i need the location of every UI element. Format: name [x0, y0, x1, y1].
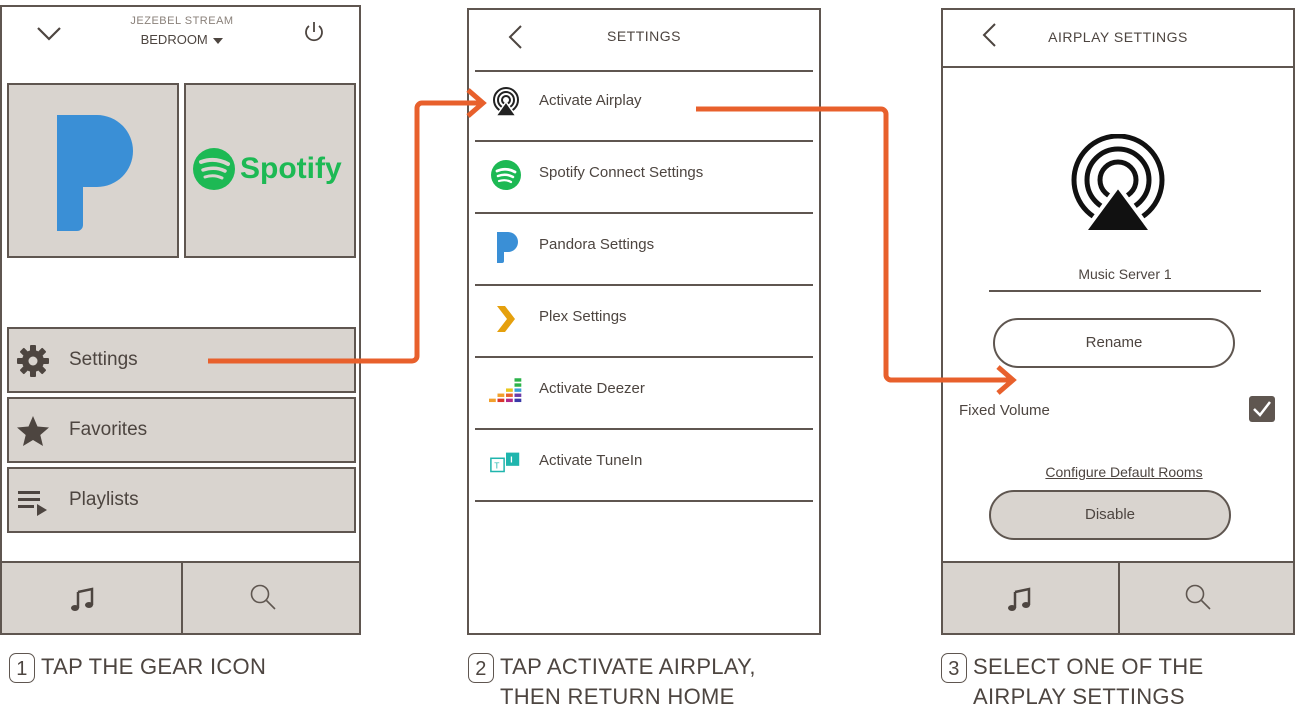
favorites-button[interactable]: Favorites	[7, 397, 356, 463]
spotify-wordmark: Spotify	[240, 152, 342, 185]
server-name-value: Music Server 1	[1078, 266, 1172, 282]
page-title: AIRPLAY SETTINGS	[1048, 29, 1188, 45]
deezer-icon	[489, 378, 522, 403]
step-number: 2	[468, 653, 494, 683]
fixed-volume-checkbox[interactable]	[1249, 396, 1275, 422]
svg-text:T: T	[494, 461, 499, 471]
step-number: 3	[941, 653, 967, 683]
caption-line: THEN RETURN HOME	[500, 684, 735, 709]
back-icon[interactable]	[507, 24, 525, 50]
pandora-icon	[497, 232, 518, 263]
settings-item-airplay[interactable]: Activate Airplay	[475, 70, 813, 142]
pandora-tile[interactable]	[7, 83, 179, 258]
search-tab[interactable]	[181, 563, 360, 633]
room-label: BEDROOM	[140, 32, 208, 47]
chevron-down-icon[interactable]	[36, 25, 62, 43]
bottom-nav	[2, 561, 359, 633]
configure-default-rooms-link[interactable]: Configure Default Rooms	[1019, 464, 1229, 480]
settings-item-label: Activate Airplay	[539, 92, 642, 109]
settings-item-pandora[interactable]: Pandora Settings	[475, 214, 813, 286]
stream-title: JEZEBEL STREAM	[130, 15, 234, 27]
caption-step-2: 2 TAP ACTIVATE AIRPLAY, THEN RETURN HOME	[468, 653, 756, 711]
back-icon[interactable]	[981, 22, 999, 48]
pandora-logo	[57, 115, 133, 231]
star-icon	[17, 416, 49, 446]
power-icon[interactable]	[302, 20, 326, 44]
rename-label: Rename	[1085, 334, 1143, 351]
settings-header: SETTINGS	[475, 10, 813, 72]
airplay-icon	[1071, 134, 1165, 234]
caption-step-3: 3 SELECT ONE OF THE AIRPLAY SETTINGS	[941, 653, 1203, 711]
search-icon	[250, 584, 276, 610]
svg-text:I: I	[510, 455, 512, 465]
server-name-field[interactable]: Music Server 1	[989, 266, 1261, 292]
bottom-nav	[943, 561, 1293, 633]
settings-item-plex[interactable]: Plex Settings	[475, 286, 813, 358]
settings-item-label: Pandora Settings	[539, 236, 655, 253]
search-icon	[1185, 584, 1211, 610]
caption-step-1: 1 TAP THE GEAR ICON	[9, 653, 266, 683]
caret-down-icon	[213, 37, 224, 44]
settings-item-deezer[interactable]: Activate Deezer	[475, 358, 813, 430]
music-tab[interactable]	[2, 563, 181, 633]
spotify-logo	[193, 148, 235, 190]
settings-item-label: Activate Deezer	[539, 380, 645, 397]
caption-line: AIRPLAY SETTINGS	[973, 684, 1185, 709]
gear-icon	[17, 345, 49, 377]
plex-icon	[497, 306, 515, 332]
caption-line: TAP ACTIVATE AIRPLAY,	[500, 654, 756, 679]
caption-line: TAP THE GEAR ICON	[41, 654, 267, 679]
disable-button[interactable]: Disable	[989, 490, 1231, 540]
rename-button[interactable]: Rename	[993, 318, 1235, 368]
music-note-icon	[71, 587, 94, 611]
tunein-icon: T I	[490, 452, 520, 473]
airplay-icon	[493, 87, 519, 117]
caption-line: SELECT ONE OF THE	[973, 654, 1204, 679]
room-selector[interactable]: BEDROOM	[102, 32, 262, 47]
playlist-icon	[18, 491, 47, 516]
screen-home: JEZEBEL STREAM BEDROOM Spotify Settings …	[0, 5, 361, 635]
settings-item-label: Spotify Connect Settings	[539, 164, 704, 181]
fixed-volume-label: Fixed Volume	[959, 402, 1050, 419]
step-number: 1	[9, 653, 35, 683]
music-tab[interactable]	[943, 563, 1118, 633]
screen-airplay-settings: AIRPLAY SETTINGS Music Server 1 Rename F…	[941, 8, 1295, 635]
settings-item-tunein[interactable]: T I Activate TuneIn	[475, 430, 813, 502]
settings-label: Settings	[69, 349, 138, 370]
search-tab[interactable]	[1118, 563, 1293, 633]
airplay-header: AIRPLAY SETTINGS	[943, 10, 1293, 68]
settings-item-spotify[interactable]: Spotify Connect Settings	[475, 142, 813, 214]
settings-button[interactable]: Settings	[7, 327, 356, 393]
spotify-icon	[491, 160, 521, 190]
disable-label: Disable	[1084, 506, 1136, 523]
spotify-tile[interactable]: Spotify	[184, 83, 356, 258]
favorites-label: Favorites	[69, 419, 148, 440]
playlists-label: Playlists	[69, 489, 139, 510]
settings-item-label: Activate TuneIn	[539, 452, 643, 469]
checkmark-icon	[1253, 401, 1271, 417]
music-note-icon	[1008, 587, 1031, 611]
playlists-button[interactable]: Playlists	[7, 467, 356, 533]
screen-settings: SETTINGS Activate Airplay Spotify Connec…	[467, 8, 821, 635]
settings-item-label: Plex Settings	[539, 308, 627, 325]
page-title: SETTINGS	[606, 28, 681, 44]
